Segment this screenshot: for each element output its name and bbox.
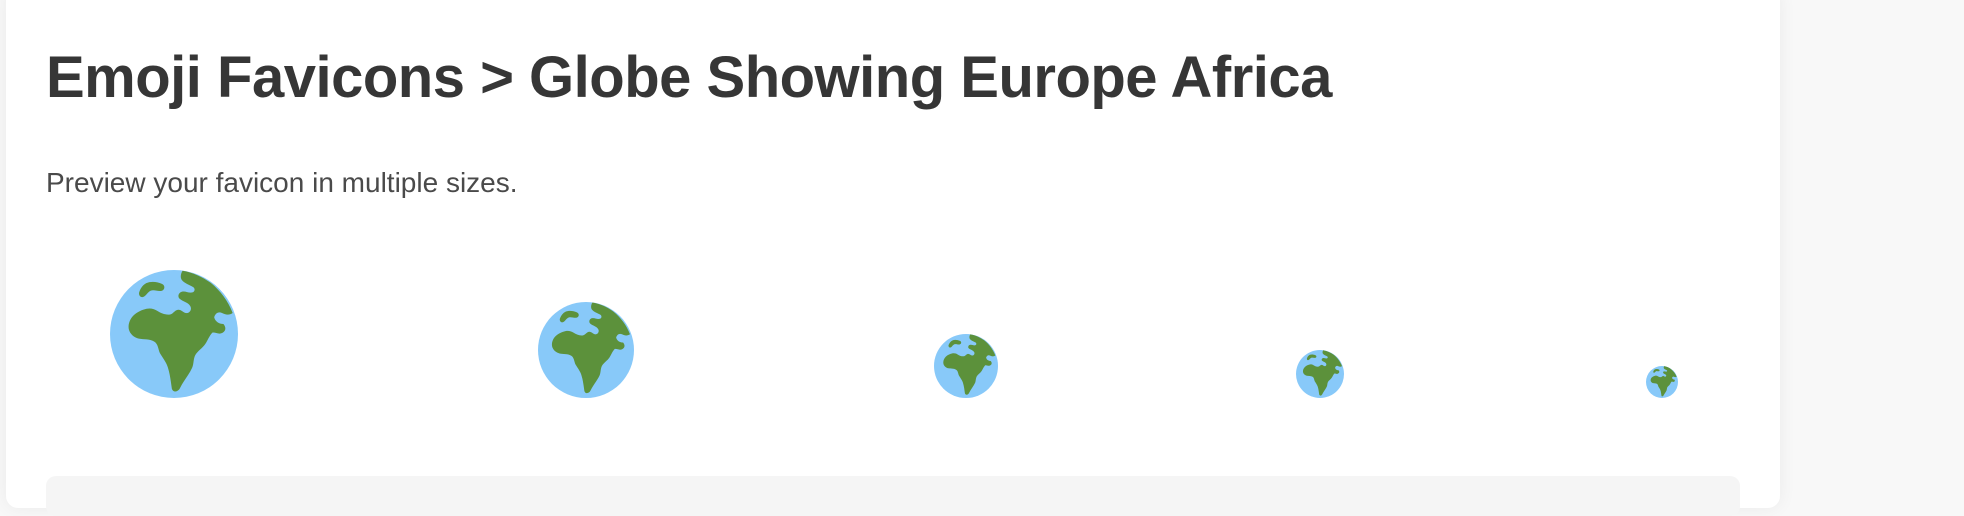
globe-showing-europe-africa-icon (1646, 366, 1678, 398)
globe-showing-europe-africa-icon (538, 302, 634, 398)
page-subtitle: Preview your favicon in multiple sizes. (46, 167, 518, 198)
globe-showing-europe-africa-icon (934, 334, 998, 398)
globe-showing-europe-africa-icon (110, 270, 238, 398)
code-panel (46, 476, 1740, 516)
page-title: Emoji Favicons > Globe Showing Europe Af… (46, 45, 1332, 110)
globe-showing-europe-africa-icon (1296, 350, 1344, 398)
